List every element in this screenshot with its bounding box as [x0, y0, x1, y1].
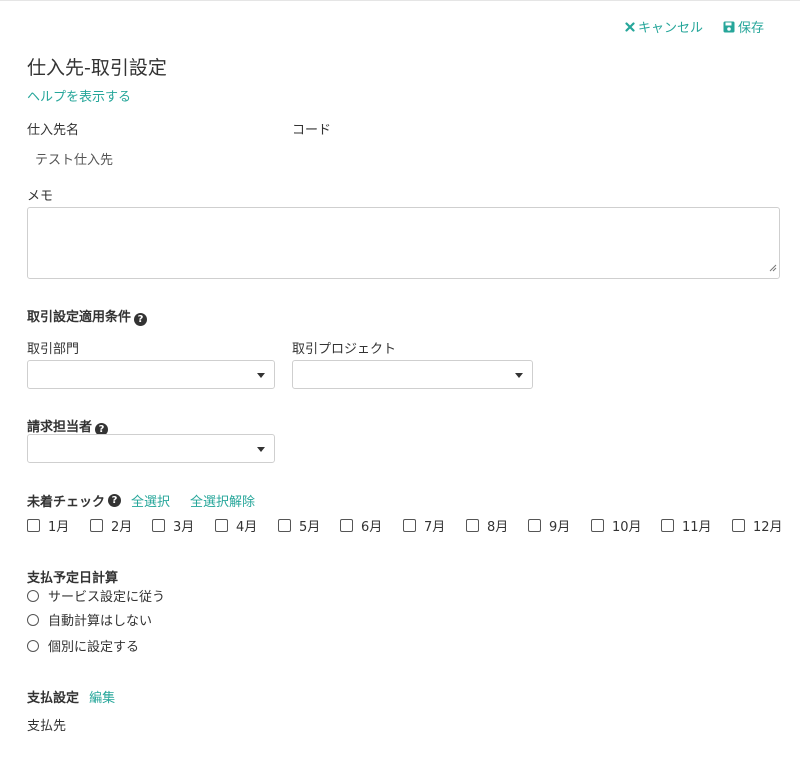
checkbox[interactable]	[403, 519, 416, 532]
close-icon	[625, 21, 635, 32]
checkbox[interactable]	[732, 519, 745, 532]
month-checkbox-4[interactable]: 4月	[215, 516, 257, 535]
uncollected-check-label: 未着チェック	[27, 495, 106, 510]
radio-label: サービス設定に従う	[48, 590, 166, 605]
memo-textarea[interactable]	[27, 207, 780, 279]
help-link[interactable]: ヘルプを表示する	[27, 86, 131, 105]
conditions-heading-text: 取引設定適用条件	[27, 310, 132, 325]
month-label: 9月	[549, 520, 571, 535]
checkbox[interactable]	[528, 519, 541, 532]
conditions-heading: 取引設定適用条件?	[27, 306, 148, 326]
month-checkbox-12[interactable]: 12月	[732, 516, 783, 535]
radio-no-auto-calc[interactable]: 自動計算はしない	[27, 610, 152, 629]
billing-label-text: 請求担当者	[27, 420, 93, 435]
month-checkbox-list: 1月 2月 3月 4月 5月 6月 7月 8月 9月 10月 11月 12月	[27, 516, 787, 535]
chevron-down-icon	[257, 373, 265, 378]
header-actions: キャンセル 保存	[625, 17, 764, 36]
checkbox[interactable]	[278, 519, 291, 532]
save-icon	[723, 21, 735, 33]
supplier-name-value: テスト仕入先	[35, 153, 114, 168]
edit-payment-settings-link[interactable]: 編集	[89, 691, 115, 706]
month-label: 8月	[487, 520, 509, 535]
checkbox[interactable]	[152, 519, 165, 532]
chevron-down-icon	[257, 447, 265, 452]
month-label: 2月	[111, 520, 133, 535]
help-icon[interactable]: ?	[134, 313, 148, 326]
month-label: 3月	[173, 520, 195, 535]
month-label: 5月	[299, 520, 321, 535]
checkbox[interactable]	[340, 519, 353, 532]
month-checkbox-10[interactable]: 10月	[591, 516, 642, 535]
supplier-name-label: 仕入先名	[27, 123, 80, 138]
month-checkbox-3[interactable]: 3月	[152, 516, 194, 535]
select-all-link[interactable]: 全選択	[131, 491, 170, 510]
month-label: 1月	[48, 520, 70, 535]
radio-button[interactable]	[27, 589, 39, 602]
radio-label: 個別に設定する	[48, 640, 140, 655]
checkbox[interactable]	[466, 519, 479, 532]
help-icon[interactable]: ?	[108, 494, 122, 507]
payment-calc-heading: 支払予定日計算	[27, 571, 119, 586]
department-label: 取引部門	[27, 342, 80, 357]
code-label: コード	[292, 123, 332, 138]
checkbox[interactable]	[215, 519, 228, 532]
billing-select[interactable]	[27, 434, 275, 463]
save-button[interactable]: 保存	[723, 17, 764, 36]
checkbox[interactable]	[661, 519, 674, 532]
save-label: 保存	[737, 21, 764, 36]
month-label: 11月	[682, 520, 712, 535]
month-label: 7月	[424, 520, 446, 535]
cancel-button[interactable]: キャンセル	[625, 17, 703, 36]
supplier-transaction-settings-page: キャンセル 保存 仕入先-取引設定 ヘルプを表示する 仕入先名 コード テスト仕…	[0, 0, 800, 757]
page-title: 仕入先-取引設定	[27, 57, 167, 79]
uncollected-check-row: 未着チェック? 全選択 全選択解除	[27, 491, 255, 510]
month-checkbox-8[interactable]: 8月	[466, 516, 508, 535]
radio-button[interactable]	[27, 639, 39, 652]
checkbox[interactable]	[27, 519, 40, 532]
payment-settings-heading: 支払設定	[27, 691, 80, 706]
resize-grip-icon[interactable]	[769, 261, 777, 276]
chevron-down-icon	[515, 373, 523, 378]
radio-label: 自動計算はしない	[48, 614, 153, 629]
cancel-label: キャンセル	[637, 21, 703, 36]
month-checkbox-5[interactable]: 5月	[278, 516, 320, 535]
month-checkbox-6[interactable]: 6月	[340, 516, 382, 535]
checkbox[interactable]	[90, 519, 103, 532]
month-checkbox-2[interactable]: 2月	[90, 516, 132, 535]
month-label: 6月	[361, 520, 383, 535]
deselect-all-link[interactable]: 全選択解除	[190, 491, 255, 510]
month-label: 10月	[612, 520, 642, 535]
month-checkbox-7[interactable]: 7月	[403, 516, 445, 535]
month-label: 4月	[236, 520, 258, 535]
department-select[interactable]	[27, 360, 275, 389]
radio-follow-service[interactable]: サービス設定に従う	[27, 586, 165, 605]
month-checkbox-9[interactable]: 9月	[528, 516, 570, 535]
project-select[interactable]	[292, 360, 533, 389]
month-checkbox-11[interactable]: 11月	[661, 516, 712, 535]
billing-label: 請求担当者?	[27, 416, 109, 436]
project-label: 取引プロジェクト	[292, 342, 397, 357]
memo-label: メモ	[27, 189, 54, 204]
payee-label: 支払先	[27, 719, 67, 734]
month-label: 12月	[753, 520, 783, 535]
radio-individual[interactable]: 個別に設定する	[27, 636, 139, 655]
radio-button[interactable]	[27, 613, 39, 626]
month-checkbox-1[interactable]: 1月	[27, 516, 69, 535]
checkbox[interactable]	[591, 519, 604, 532]
payment-settings-heading-row: 支払設定 編集	[27, 687, 115, 706]
